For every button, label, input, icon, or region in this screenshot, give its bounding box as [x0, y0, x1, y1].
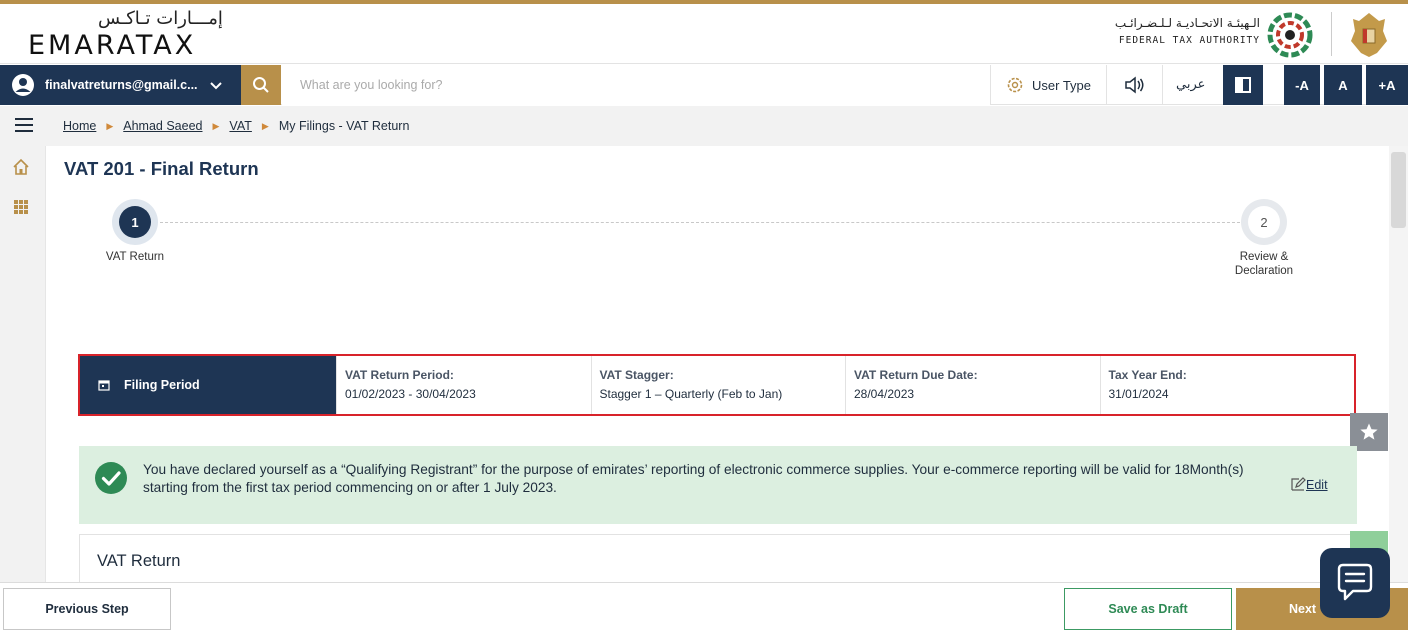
speaker-icon[interactable]	[1124, 76, 1146, 94]
tax-year-end-value: 31/01/2024	[1108, 387, 1169, 401]
vat-stagger: VAT Stagger: Stagger 1 – Quarterly (Feb …	[590, 356, 846, 414]
site-header: إمـــارات تـاكـس EMARATAX الـهيئـة الاتح…	[0, 4, 1408, 64]
fta-logo-icon	[1267, 12, 1313, 58]
font-normal-button[interactable]: A	[1324, 65, 1362, 105]
nav-divider	[990, 65, 991, 105]
step-1[interactable]: 1	[112, 199, 158, 245]
contrast-toggle-button[interactable]	[1223, 65, 1263, 105]
scrollbar-thumb[interactable]	[1391, 152, 1406, 228]
step-1-label: VAT Return	[105, 251, 165, 263]
calendar-icon	[98, 380, 110, 391]
home-icon[interactable]	[12, 158, 30, 176]
logo-english[interactable]: EMARATAX	[28, 30, 196, 61]
logo-arabic: إمـــارات تـاكـس	[98, 8, 223, 29]
tax-year-end-label: Tax Year End:	[1108, 368, 1187, 382]
vat-return-period-label: VAT Return Period:	[345, 368, 454, 382]
chat-icon	[1337, 563, 1373, 601]
nav-divider	[1162, 65, 1163, 105]
main-content: VAT 201 - Final Return 1 VAT Return 2 Re…	[47, 146, 1388, 582]
stepper-line	[155, 222, 1245, 223]
authority-name-english: FEDERAL TAX AUTHORITY	[1118, 35, 1260, 46]
page-scrollbar[interactable]	[1389, 146, 1408, 582]
user-avatar-icon	[12, 74, 34, 96]
footer-actions: Previous Step Save as Draft Next	[0, 582, 1408, 635]
save-as-draft-button[interactable]: Save as Draft	[1064, 588, 1232, 630]
step-1-number: 1	[119, 206, 151, 238]
breadcrumb-current: My Filings - VAT Return	[278, 119, 410, 133]
vat-return-period-value: 01/02/2023 - 30/04/2023	[345, 387, 476, 401]
vat-stagger-label: VAT Stagger:	[599, 368, 674, 382]
notice-text: You have declared yourself as a “Qualify…	[143, 462, 1244, 495]
left-rail	[0, 146, 46, 582]
user-type-button[interactable]: User Type	[1006, 65, 1091, 105]
authority-name-arabic: الـهيئـة الاتحـاديـة لـلـضـرائـب	[1114, 16, 1260, 30]
uae-emblem-icon	[1351, 13, 1387, 57]
breadcrumb: Home ▶ Ahmad Saeed ▶ VAT ▶ My Filings - …	[63, 119, 409, 133]
qualifying-registrant-notice: You have declared yourself as a “Qualify…	[79, 446, 1357, 524]
step-2-label: Review & Declaration	[1219, 251, 1309, 277]
check-circle-icon	[95, 462, 127, 494]
user-menu[interactable]: finalvatreturns@gmail.c...	[0, 65, 241, 105]
vat-return-panel: VAT Return	[79, 534, 1357, 582]
page-title: VAT 201 - Final Return	[64, 158, 259, 179]
vat-return-due-date-value: 28/04/2023	[854, 387, 915, 401]
tax-year-end: Tax Year End: 31/01/2024	[1099, 356, 1355, 414]
chat-button[interactable]	[1320, 548, 1390, 618]
vat-stagger-value: Stagger 1 – Quarterly (Feb to Jan)	[599, 387, 783, 401]
top-navbar: finalvatreturns@gmail.c... User Type عرب…	[0, 65, 1408, 105]
step-2-number: 2	[1248, 206, 1280, 238]
language-toggle[interactable]: عربي	[1176, 77, 1205, 92]
search-input[interactable]	[282, 65, 990, 105]
vat-return-period: VAT Return Period: 01/02/2023 - 30/04/20…	[336, 356, 591, 414]
vat-return-section-title: VAT Return	[97, 552, 181, 570]
font-increase-button[interactable]: +A	[1366, 65, 1408, 105]
grid-icon[interactable]	[12, 198, 30, 216]
breadcrumb-home[interactable]: Home	[63, 119, 96, 133]
user-type-label: User Type	[1032, 77, 1092, 93]
chevron-down-icon	[210, 82, 222, 90]
step-2-label-line2: Declaration	[1234, 265, 1294, 277]
contrast-icon	[1235, 77, 1251, 93]
vat-return-due-date-label: VAT Return Due Date:	[854, 368, 978, 382]
breadcrumb-arrow-icon: ▶	[106, 120, 114, 131]
edit-icon	[1291, 477, 1306, 491]
header-divider	[1331, 12, 1332, 56]
edit-label: Edit	[1306, 478, 1328, 492]
edit-link[interactable]: Edit	[1290, 476, 1328, 492]
breadcrumb-vat[interactable]: VAT	[229, 119, 251, 133]
previous-step-button[interactable]: Previous Step	[3, 588, 171, 630]
search-icon	[253, 77, 269, 93]
star-icon	[1360, 423, 1378, 440]
breadcrumb-arrow-icon: ▶	[261, 120, 269, 131]
vat-return-due-date: VAT Return Due Date: 28/04/2023	[845, 356, 1100, 414]
filing-period-heading: Filing Period	[80, 356, 336, 414]
font-decrease-button[interactable]: -A	[1284, 65, 1320, 105]
step-2[interactable]: 2	[1241, 199, 1287, 245]
search-button[interactable]	[241, 65, 281, 105]
nav-divider	[1106, 65, 1107, 105]
breadcrumb-bar: Home ▶ Ahmad Saeed ▶ VAT ▶ My Filings - …	[0, 106, 1408, 146]
breadcrumb-user[interactable]: Ahmad Saeed	[123, 119, 202, 133]
user-email: finalvatreturns@gmail.c...	[45, 78, 198, 92]
gear-icon	[1007, 77, 1023, 93]
filing-period-card: Filing Period VAT Return Period: 01/02/2…	[78, 354, 1356, 416]
filing-period-title: Filing Period	[124, 378, 200, 392]
step-2-label-line1: Review &	[1239, 251, 1289, 263]
breadcrumb-arrow-icon: ▶	[212, 120, 220, 131]
menu-icon[interactable]	[15, 117, 33, 133]
